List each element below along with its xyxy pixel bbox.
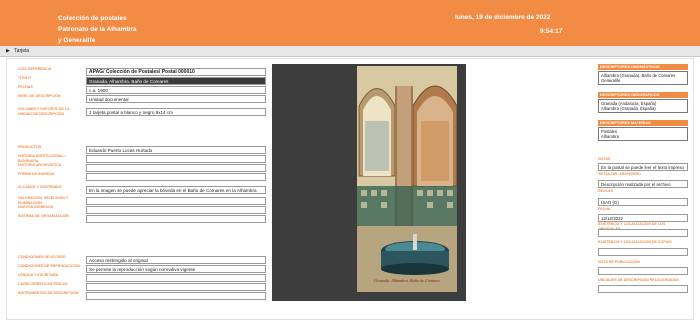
field-label: VALORACIÓN, SELECCIÓN Y ELIMINACIÓN bbox=[18, 196, 69, 205]
field-label: CARACTERÍSTICAS FÍSICAS bbox=[18, 282, 68, 286]
materias-title: DESCRIPTORES MATERIAS bbox=[598, 120, 688, 126]
field-label: TÍTULO bbox=[18, 76, 31, 80]
field-value: c.a. 1900 bbox=[89, 88, 108, 93]
field-label: FORMA DE INGRESO bbox=[18, 172, 55, 176]
right-field-label: UNIDADES DE DESCRIPCIÓN RELACIONADAS bbox=[598, 278, 679, 282]
field-label: ALCANCE Y CONTENIDO bbox=[18, 185, 62, 189]
right-field-input[interactable] bbox=[598, 248, 688, 256]
app-title-line-2: Patronato de la Alhambra bbox=[58, 26, 137, 33]
right-field-label: NOTAS bbox=[598, 157, 611, 161]
right-field-input[interactable]: ISAD (G) bbox=[598, 198, 688, 206]
header-date: lunes, 19 de diciembre de 2022 bbox=[455, 14, 551, 21]
onomasticos-title: DESCRIPTORES ONOMÁSTICOS bbox=[598, 64, 688, 70]
field-label: NUEVOS INGRESOS bbox=[18, 205, 54, 209]
header-time: 9:54:17 bbox=[540, 28, 563, 35]
field-label: INSTRUMENTOS DE DESCRIPCIÓN bbox=[18, 291, 79, 295]
field-input[interactable] bbox=[86, 155, 266, 163]
field-input[interactable] bbox=[86, 283, 266, 291]
postcard-caption: Granada. Alhambra. Baño de Comares bbox=[374, 278, 440, 283]
right-field-label: FECHA bbox=[598, 207, 611, 211]
field-input[interactable] bbox=[86, 206, 266, 214]
app-title: Colección de postales Patronato de la Al… bbox=[58, 13, 137, 46]
field-label: SISTEMA DE ORGANIZACIÓN bbox=[18, 214, 69, 218]
tab-tarjeta-label: Tarjeta bbox=[14, 48, 30, 54]
geograficos-list[interactable]: Granada (Andalucía, España) Alhambra (Gr… bbox=[598, 99, 688, 113]
field-input[interactable] bbox=[86, 292, 266, 300]
right-field-input[interactable]: Descripción realizada por el archivo bbox=[598, 180, 688, 188]
field-label: FECHAS bbox=[18, 85, 33, 89]
postcard-illustration bbox=[357, 66, 457, 292]
field-input[interactable]: APAG/ Colección de Postales/ Postal 0000… bbox=[86, 68, 266, 76]
field-value: En la imagen se puede apreciar la bóveda… bbox=[89, 188, 257, 193]
field-label: HISTORIA ARCHIVÍSTICA bbox=[18, 163, 62, 167]
field-label: LENGUA Y ESCRITURA bbox=[18, 273, 59, 277]
field-label: CÓD. REFERENCIA bbox=[18, 67, 52, 71]
right-field-input[interactable]: En la postal se puede leer el texto impr… bbox=[598, 163, 688, 171]
right-field-input[interactable] bbox=[598, 229, 688, 237]
field-input[interactable]: Unidad documental bbox=[86, 95, 266, 103]
right-field-label: REGLAS bbox=[598, 189, 613, 193]
field-input[interactable] bbox=[86, 215, 266, 223]
field-value: Se permite la reproducción según normati… bbox=[89, 267, 196, 272]
right-field-label: NOTAS DEL ARCHIVERO bbox=[598, 172, 641, 176]
field-value: APAG/ Colección de Postales/ Postal 0000… bbox=[89, 69, 195, 75]
field-input[interactable]: Eduardo Puerto Lucas Hurtado bbox=[86, 146, 266, 154]
onomasticos-item: Generalife bbox=[601, 78, 621, 83]
app-header: Colección de postales Patronato de la Al… bbox=[0, 0, 700, 46]
materias-list[interactable]: Postales Alhambra bbox=[598, 127, 688, 141]
tab-tarjeta[interactable]: ▶ Tarjeta bbox=[6, 48, 29, 54]
field-value: Eduardo Puerto Lucas Hurtado bbox=[89, 148, 153, 153]
field-input[interactable]: Acceso restringido al original bbox=[86, 256, 266, 264]
field-value: 1 tarjeta postal a blanco y negro 9x14 c… bbox=[89, 110, 174, 115]
app-title-line-1: Colección de postales bbox=[58, 15, 127, 22]
right-field-input[interactable] bbox=[598, 285, 688, 293]
right-field-input[interactable]: 12/12/2022 bbox=[598, 214, 688, 222]
field-input[interactable] bbox=[86, 274, 266, 282]
field-input[interactable] bbox=[86, 197, 266, 205]
field-label: PRODUCTOR bbox=[18, 145, 42, 149]
field-value: Granada. Alhambra. Baño de Comares bbox=[89, 79, 169, 84]
right-field-label: NOTA DE PUBLICACIÓN bbox=[598, 260, 640, 264]
field-input[interactable]: Se permite la reproducción según normati… bbox=[86, 265, 266, 273]
onomasticos-list[interactable]: Alhambra (Granada). Baño de Comares Gene… bbox=[598, 71, 688, 85]
chevron-down-icon[interactable]: ▾ bbox=[261, 78, 263, 84]
app-title-line-3: y Generalife bbox=[58, 37, 96, 44]
field-label: HISTORIA INSTITUCIONAL / BIOGRAFÍA bbox=[18, 154, 66, 163]
title-select[interactable]: Granada. Alhambra. Baño de Comares ▾ bbox=[86, 77, 266, 85]
field-label: NIVEL DE DESCRIPCIÓN bbox=[18, 94, 61, 98]
field-input[interactable] bbox=[86, 173, 266, 181]
field-input[interactable]: En la imagen se puede apreciar la bóveda… bbox=[86, 186, 266, 194]
field-label: CONDICIONES DE ACCESO bbox=[18, 255, 66, 259]
field-label: CONDICIONES DE REPRODUCCIÓN bbox=[18, 264, 80, 268]
geograficos-item: Alhambra (Granada, España) bbox=[601, 106, 656, 111]
postcard-image: Granada. Alhambra. Baño de Comares bbox=[357, 66, 457, 292]
right-field-label: EXISTENCIA Y LOCALIZACIÓN DE COPIAS bbox=[598, 240, 672, 244]
right-field-input[interactable] bbox=[598, 267, 688, 275]
tab-bar: ▶ Tarjeta bbox=[0, 46, 700, 57]
field-input[interactable]: 1 tarjeta postal a blanco y negro 9x14 c… bbox=[86, 108, 266, 116]
field-value: Acceso restringido al original bbox=[89, 258, 148, 263]
field-label: VOLUMEN Y SOPORTE DE LA UNIDAD DE DESCRI… bbox=[18, 107, 70, 116]
materias-item: Alhambra bbox=[601, 134, 619, 139]
field-value: Unidad documental bbox=[89, 97, 129, 102]
tab-arrow-icon: ▶ bbox=[6, 48, 10, 54]
field-input[interactable]: c.a. 1900 bbox=[86, 86, 266, 94]
field-input[interactable] bbox=[86, 164, 266, 172]
geograficos-title: DESCRIPTORES GEOGRÁFICOS bbox=[598, 92, 688, 98]
